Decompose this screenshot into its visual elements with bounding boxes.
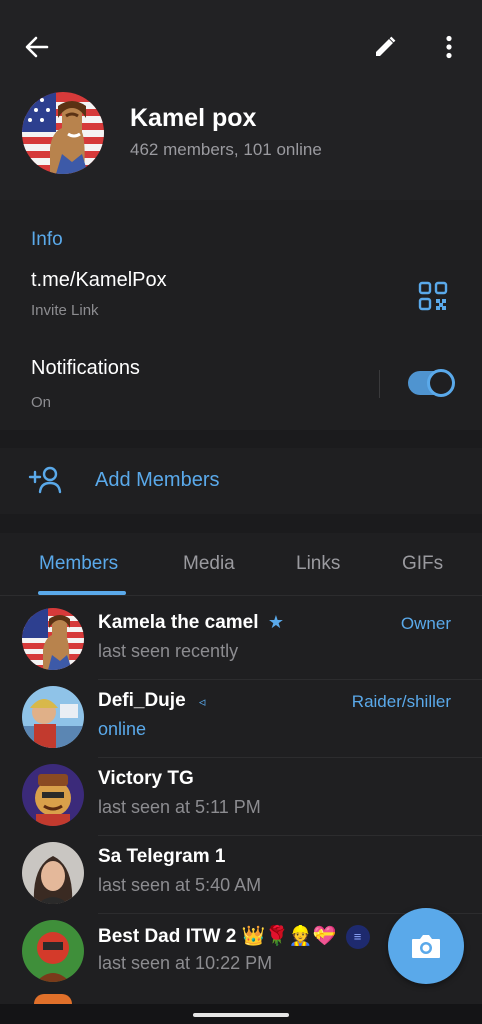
pencil-icon [376, 36, 396, 56]
tab-links[interactable]: Links [296, 553, 340, 575]
member-status: last seen at 5:11 PM [98, 797, 261, 817]
member-name-text: Best Dad ITW 2 👑🌹👷💝 [98, 926, 337, 947]
member-name-text: Defi_Duje [98, 690, 186, 711]
arrow-left-icon [25, 36, 49, 58]
member-status: last seen at 5:40 AM [98, 875, 262, 895]
tab-media[interactable]: Media [183, 553, 235, 575]
qr-code-button[interactable] [418, 281, 448, 311]
notifications-value: On [31, 394, 52, 411]
toggle-knob [427, 369, 455, 397]
avatar [22, 764, 84, 826]
camera-icon [412, 935, 440, 958]
divider [379, 370, 380, 398]
member-name: Kamela the camel ★ [98, 612, 284, 634]
avatar [22, 842, 84, 904]
avatar [34, 994, 72, 1004]
tab-gifs[interactable]: GIFs [402, 553, 443, 575]
tab-members[interactable]: Members [39, 553, 118, 575]
add-members-row[interactable] [0, 448, 482, 514]
admin-badge-icon: ◃ [198, 694, 206, 709]
member-role: Raider/shiller [351, 692, 451, 711]
avatar [22, 920, 84, 982]
group-title: Kamel pox [130, 104, 257, 132]
qr-code-icon [418, 281, 448, 311]
avatar [22, 608, 84, 670]
member-status: last seen recently [98, 641, 239, 661]
vertical-dots-icon [446, 35, 452, 59]
member-row[interactable]: Defi_Duje ◃ online Raider/shiller [0, 680, 482, 758]
home-gesture-handle[interactable] [193, 1013, 289, 1017]
member-row[interactable]: Sa Telegram 1 last seen at 5:40 AM [0, 836, 482, 914]
member-count: 462 members, 101 online [130, 140, 322, 159]
member-role: Owner [400, 614, 451, 633]
member-name: Best Dad ITW 2 👑🌹👷💝 ≡ [98, 924, 370, 949]
invite-link[interactable]: t.me/KamelPox [31, 269, 167, 292]
add-person-icon [28, 466, 62, 494]
camera-button[interactable] [388, 908, 464, 984]
info-heading: Info [31, 229, 63, 250]
avatar [22, 686, 84, 748]
member-name: Victory TG [98, 768, 194, 789]
star-icon: ★ [267, 612, 284, 632]
notifications-toggle[interactable] [408, 369, 455, 397]
more-options-button[interactable] [432, 28, 466, 66]
invite-link-caption: Invite Link [31, 302, 99, 319]
add-members-label[interactable]: Add Members [95, 469, 220, 492]
member-row[interactable]: Victory TG last seen at 5:11 PM [0, 758, 482, 836]
member-name: Sa Telegram 1 [98, 846, 226, 867]
edit-button[interactable] [366, 28, 404, 66]
emoji-status-icon: ≡ [345, 924, 370, 949]
member-row[interactable]: Kamela the camel ★ last seen recently Ow… [0, 602, 482, 680]
group-avatar[interactable] [22, 92, 104, 174]
member-name-text: Kamela the camel [98, 612, 259, 633]
notifications-label[interactable]: Notifications [31, 357, 140, 380]
member-status: online [98, 719, 147, 739]
tab-divider [0, 595, 482, 596]
member-name: Defi_Duje ◃ [98, 690, 205, 712]
member-status: last seen at 10:22 PM [98, 953, 273, 973]
back-button[interactable] [18, 28, 56, 66]
